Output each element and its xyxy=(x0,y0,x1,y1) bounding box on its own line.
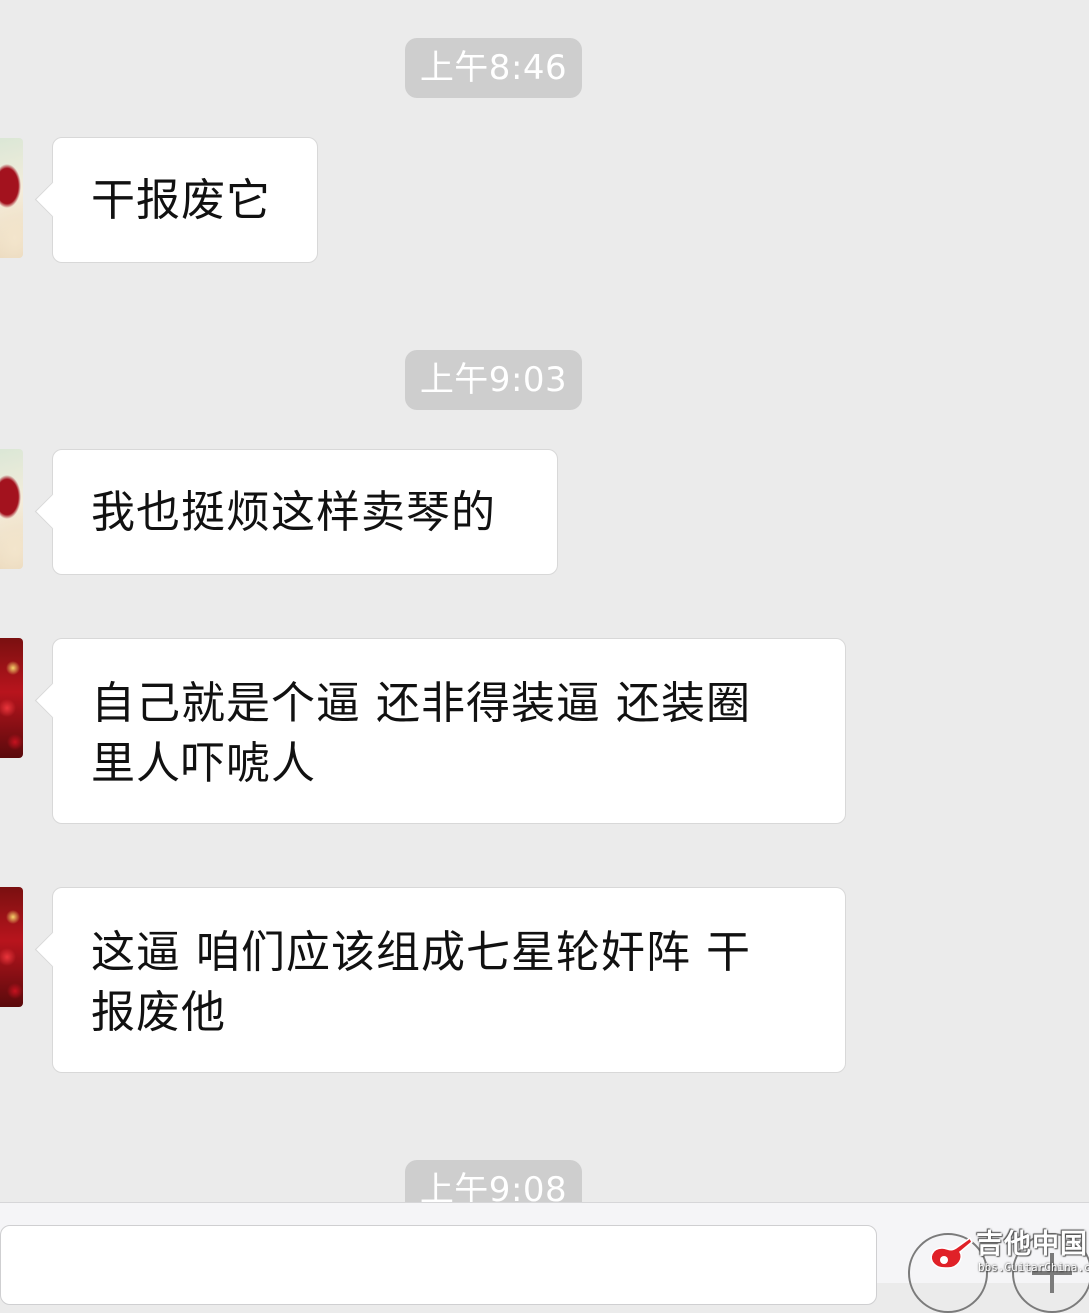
timestamp: 上午8:46 xyxy=(405,38,582,98)
message-text-line: 里人吓唬人 xyxy=(91,738,316,789)
contact-avatar[interactable] xyxy=(0,138,23,258)
watermark-url: bbs.GuitarChina.com xyxy=(978,1261,1089,1274)
guitar-logo-icon xyxy=(930,1236,973,1269)
contact-avatar[interactable] xyxy=(0,449,23,569)
message-bubble[interactable]: 干报废它 xyxy=(52,137,318,263)
message-bubble[interactable]: 我也挺烦这样卖琴的 xyxy=(52,449,558,575)
message-text-line: 自己就是个逼 还非得装逼 还装圈 xyxy=(91,678,751,729)
contact-avatar[interactable] xyxy=(0,638,23,758)
message-input[interactable] xyxy=(0,1225,877,1305)
timestamp: 上午9:03 xyxy=(405,350,582,410)
watermark: 吉他中国 bbs.GuitarChina.com xyxy=(922,1228,1089,1283)
chat-message-list[interactable]: 上午8:46 干报废它 上午9:03 我也挺烦这样卖琴的 自己就是个逼 还非得装… xyxy=(0,0,1089,1202)
message-bubble[interactable]: 这逼 咱们应该组成七星轮奸阵 干 报废他 xyxy=(52,887,846,1073)
message-text: 干报废它 xyxy=(91,175,271,226)
contact-avatar[interactable] xyxy=(0,887,23,1007)
timestamp: 上午9:08 xyxy=(405,1160,582,1202)
watermark-title: 吉他中国 xyxy=(976,1229,1088,1260)
message-bubble[interactable]: 自己就是个逼 还非得装逼 还装圈 里人吓唬人 xyxy=(52,638,846,824)
message-text-line: 这逼 咱们应该组成七星轮奸阵 干 xyxy=(91,927,751,978)
message-text-line: 报废他 xyxy=(91,987,226,1038)
message-text: 我也挺烦这样卖琴的 xyxy=(91,487,496,538)
